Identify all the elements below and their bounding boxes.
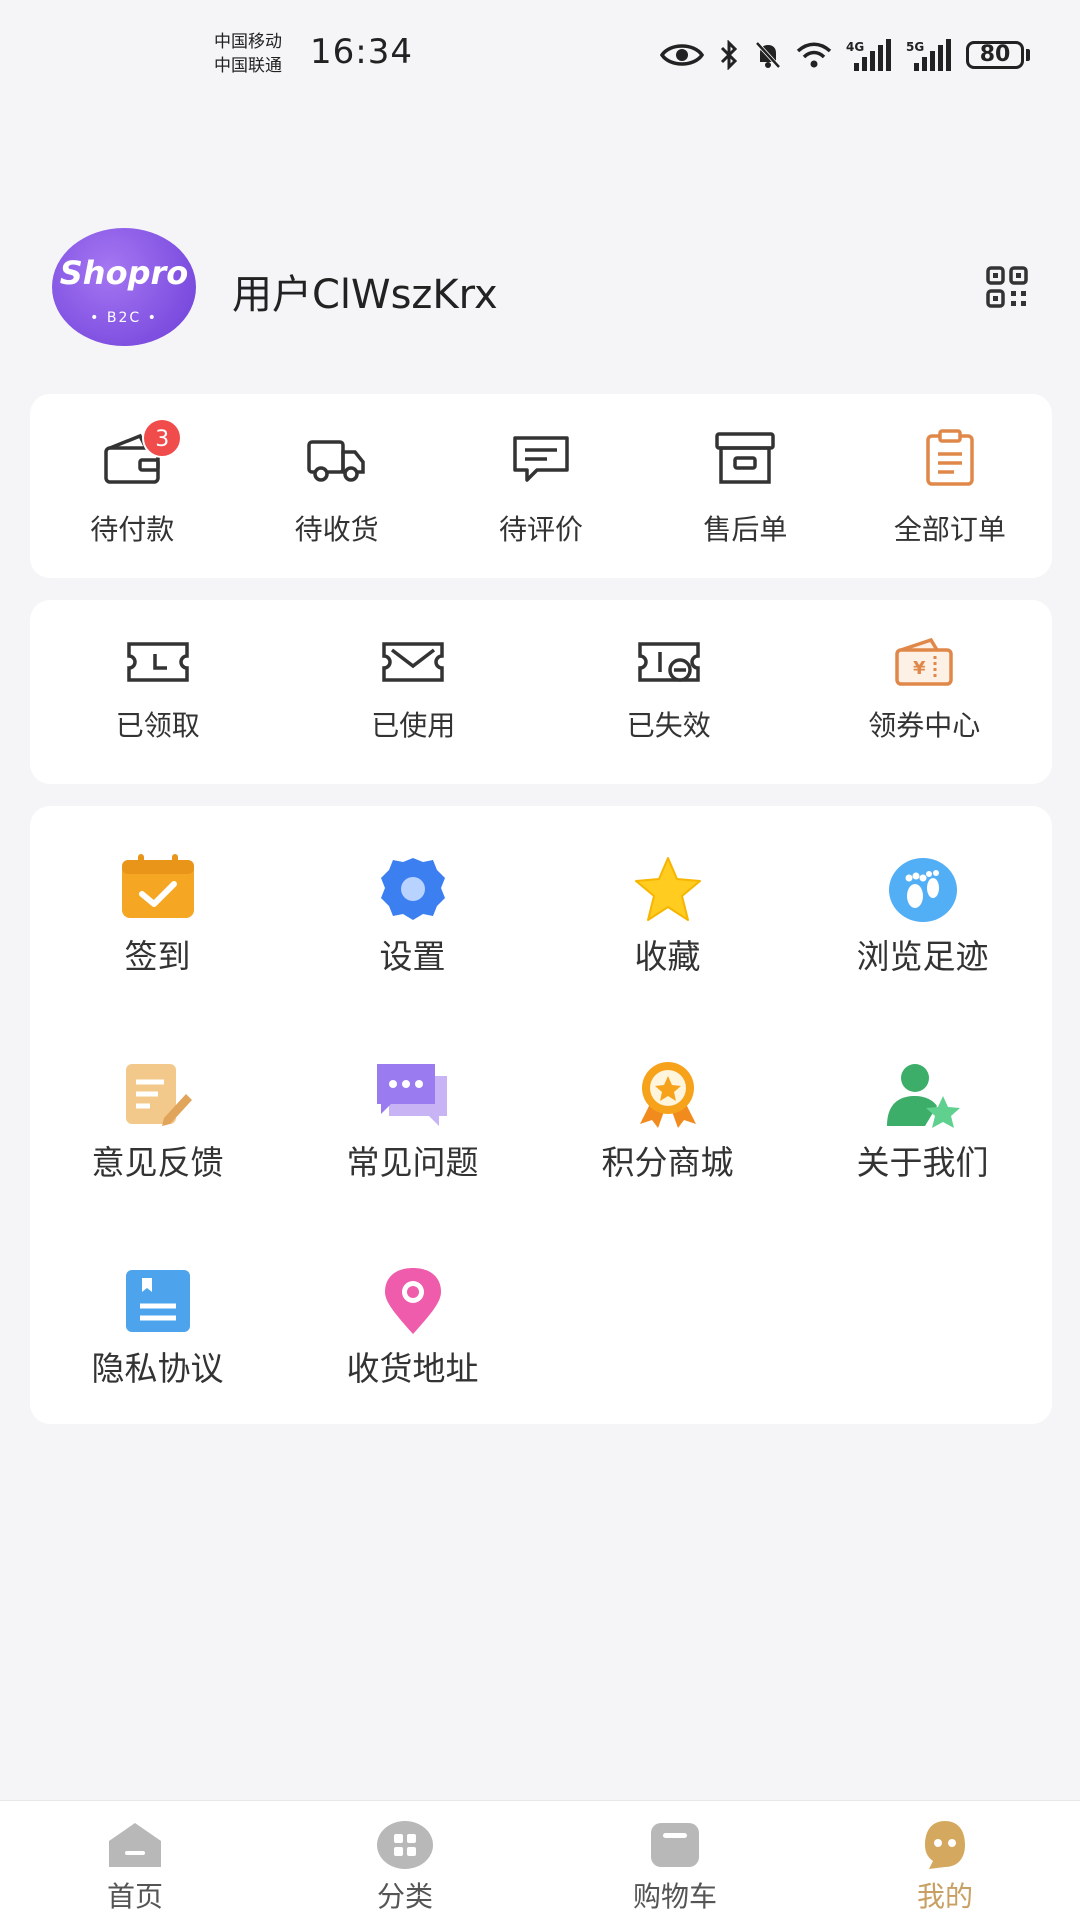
star-icon bbox=[634, 857, 701, 921]
carrier-1: 中国移动 bbox=[214, 32, 282, 52]
footprint-icon bbox=[888, 858, 957, 922]
net-2-label: 5G bbox=[906, 40, 924, 54]
mute-bell-icon bbox=[755, 41, 781, 69]
avatar-logo-text: Shopro bbox=[59, 254, 189, 292]
my-profile-screen: 中国移动 中国联通 16:34 4G 5G 80 Shopro • B2C • … bbox=[0, 0, 1080, 1920]
coupon-label: 领券中心 bbox=[868, 709, 981, 742]
service-label: 隐私协议 bbox=[91, 1349, 224, 1388]
order-label: 售后单 bbox=[703, 513, 788, 546]
gear-icon bbox=[380, 858, 445, 920]
status-time: 16:34 bbox=[310, 32, 413, 72]
service-label: 常见问题 bbox=[346, 1143, 479, 1182]
service-label: 积分商城 bbox=[601, 1143, 734, 1182]
order-label: 全部订单 bbox=[893, 513, 1006, 546]
service-settings[interactable]: 设置 bbox=[285, 854, 540, 978]
coupon-used[interactable]: 已使用 bbox=[286, 600, 542, 784]
coupon-center[interactable]: ¥ 领券中心 bbox=[797, 600, 1053, 784]
coupon-label: 已失效 bbox=[626, 709, 711, 742]
eye-icon bbox=[660, 44, 704, 66]
service-about-us[interactable]: 关于我们 bbox=[795, 1060, 1050, 1184]
status-bar: 中国移动 中国联通 16:34 4G 5G 80 bbox=[0, 0, 1080, 110]
bluetooth-icon bbox=[720, 40, 738, 70]
tab-label: 购物车 bbox=[632, 1880, 717, 1913]
location-pin-icon bbox=[384, 1268, 441, 1334]
user-star-icon bbox=[886, 1064, 960, 1128]
tab-label: 我的 bbox=[916, 1880, 973, 1913]
home-icon bbox=[109, 1823, 161, 1867]
avatar[interactable]: Shopro • B2C • bbox=[52, 228, 196, 346]
category-icon bbox=[377, 1821, 433, 1869]
order-pending-receipt[interactable]: 待收货 bbox=[234, 394, 438, 578]
services-card: 签到 设置 收藏 浏览足迹 意见反馈 常见问题 积分商城 关于我们 隐私协议 收… bbox=[30, 806, 1052, 1424]
cart-icon bbox=[651, 1823, 699, 1867]
order-label: 待评价 bbox=[499, 513, 584, 546]
ticket-check-icon bbox=[382, 642, 444, 682]
service-checkin[interactable]: 签到 bbox=[30, 854, 285, 978]
avatar-sub-text: • B2C • bbox=[90, 310, 158, 326]
coupon-received[interactable]: 已领取 bbox=[30, 600, 286, 784]
service-label: 浏览足迹 bbox=[856, 937, 989, 976]
service-faq[interactable]: 常见问题 bbox=[285, 1060, 540, 1184]
coupon-expired[interactable]: 已失效 bbox=[541, 600, 797, 784]
chat-bubbles-icon bbox=[376, 1064, 447, 1126]
carrier-2: 中国联通 bbox=[214, 56, 282, 76]
tab-label: 首页 bbox=[106, 1880, 163, 1913]
bottom-tab-bar: 首页 分类 购物车 我的 bbox=[0, 1800, 1080, 1920]
battery-indicator: 80 bbox=[966, 41, 1030, 69]
tab-cart[interactable]: 购物车 bbox=[540, 1801, 810, 1920]
battery-tip bbox=[1026, 49, 1030, 61]
profile-face-icon bbox=[925, 1821, 965, 1869]
coupon-label: 已使用 bbox=[371, 709, 456, 742]
orders-card: 3 待付款 待收货 待评价 售后单 全部订单 bbox=[30, 394, 1052, 578]
clipboard-icon bbox=[926, 429, 974, 486]
service-label: 收货地址 bbox=[346, 1349, 479, 1388]
tab-home[interactable]: 首页 bbox=[0, 1801, 270, 1920]
calendar-check-icon bbox=[121, 854, 194, 918]
truck-icon bbox=[306, 440, 365, 482]
service-label: 签到 bbox=[124, 937, 191, 976]
qr-code-icon[interactable] bbox=[986, 266, 1028, 308]
tab-mine[interactable]: 我的 bbox=[810, 1801, 1080, 1920]
coupons-card: 已领取 已使用 已失效 ¥ 领券中心 bbox=[30, 600, 1052, 784]
tab-label: 分类 bbox=[376, 1880, 433, 1913]
carrier-info: 中国移动 中国联通 bbox=[214, 30, 282, 78]
box-icon bbox=[715, 432, 776, 484]
profile-header: Shopro • B2C • 用户ClWszKrx bbox=[52, 228, 1032, 348]
pending-payment-badge: 3 bbox=[142, 418, 183, 458]
service-label: 收藏 bbox=[634, 937, 701, 976]
ticket-expired-icon bbox=[638, 642, 700, 682]
document-icon bbox=[125, 1270, 190, 1332]
order-all[interactable]: 全部订单 bbox=[848, 394, 1052, 578]
medal-icon bbox=[639, 1062, 696, 1128]
coupon-wallet-icon: ¥ bbox=[895, 637, 953, 686]
status-icons: 4G 5G 80 bbox=[660, 34, 1030, 76]
signal-4g-icon: 4G bbox=[846, 39, 891, 71]
service-feedback[interactable]: 意见反馈 bbox=[30, 1060, 285, 1184]
feedback-icon bbox=[125, 1064, 192, 1126]
tab-category[interactable]: 分类 bbox=[270, 1801, 540, 1920]
order-after-sales[interactable]: 售后单 bbox=[643, 394, 847, 578]
service-address[interactable]: 收货地址 bbox=[285, 1266, 540, 1390]
wifi-icon bbox=[796, 42, 832, 68]
service-footprints[interactable]: 浏览足迹 bbox=[795, 854, 1050, 978]
comment-icon bbox=[513, 436, 569, 482]
signal-5g-icon: 5G bbox=[906, 39, 951, 71]
service-favorites[interactable]: 收藏 bbox=[540, 854, 795, 978]
service-label: 意见反馈 bbox=[91, 1143, 224, 1182]
order-pending-payment[interactable]: 3 待付款 bbox=[30, 394, 234, 578]
order-label: 待收货 bbox=[294, 513, 379, 546]
coupon-label: 已领取 bbox=[115, 709, 200, 742]
service-label: 设置 bbox=[379, 937, 446, 976]
order-label: 待付款 bbox=[90, 513, 175, 546]
service-label: 关于我们 bbox=[856, 1143, 989, 1182]
order-pending-review[interactable]: 待评价 bbox=[439, 394, 643, 578]
username[interactable]: 用户ClWszKrx bbox=[232, 262, 498, 320]
service-points-mall[interactable]: 积分商城 bbox=[540, 1060, 795, 1184]
service-privacy[interactable]: 隐私协议 bbox=[30, 1266, 285, 1390]
svg-text:¥: ¥ bbox=[913, 658, 926, 679]
net-1-label: 4G bbox=[846, 40, 864, 54]
ticket-icon bbox=[127, 642, 189, 682]
battery-level: 80 bbox=[966, 41, 1024, 69]
